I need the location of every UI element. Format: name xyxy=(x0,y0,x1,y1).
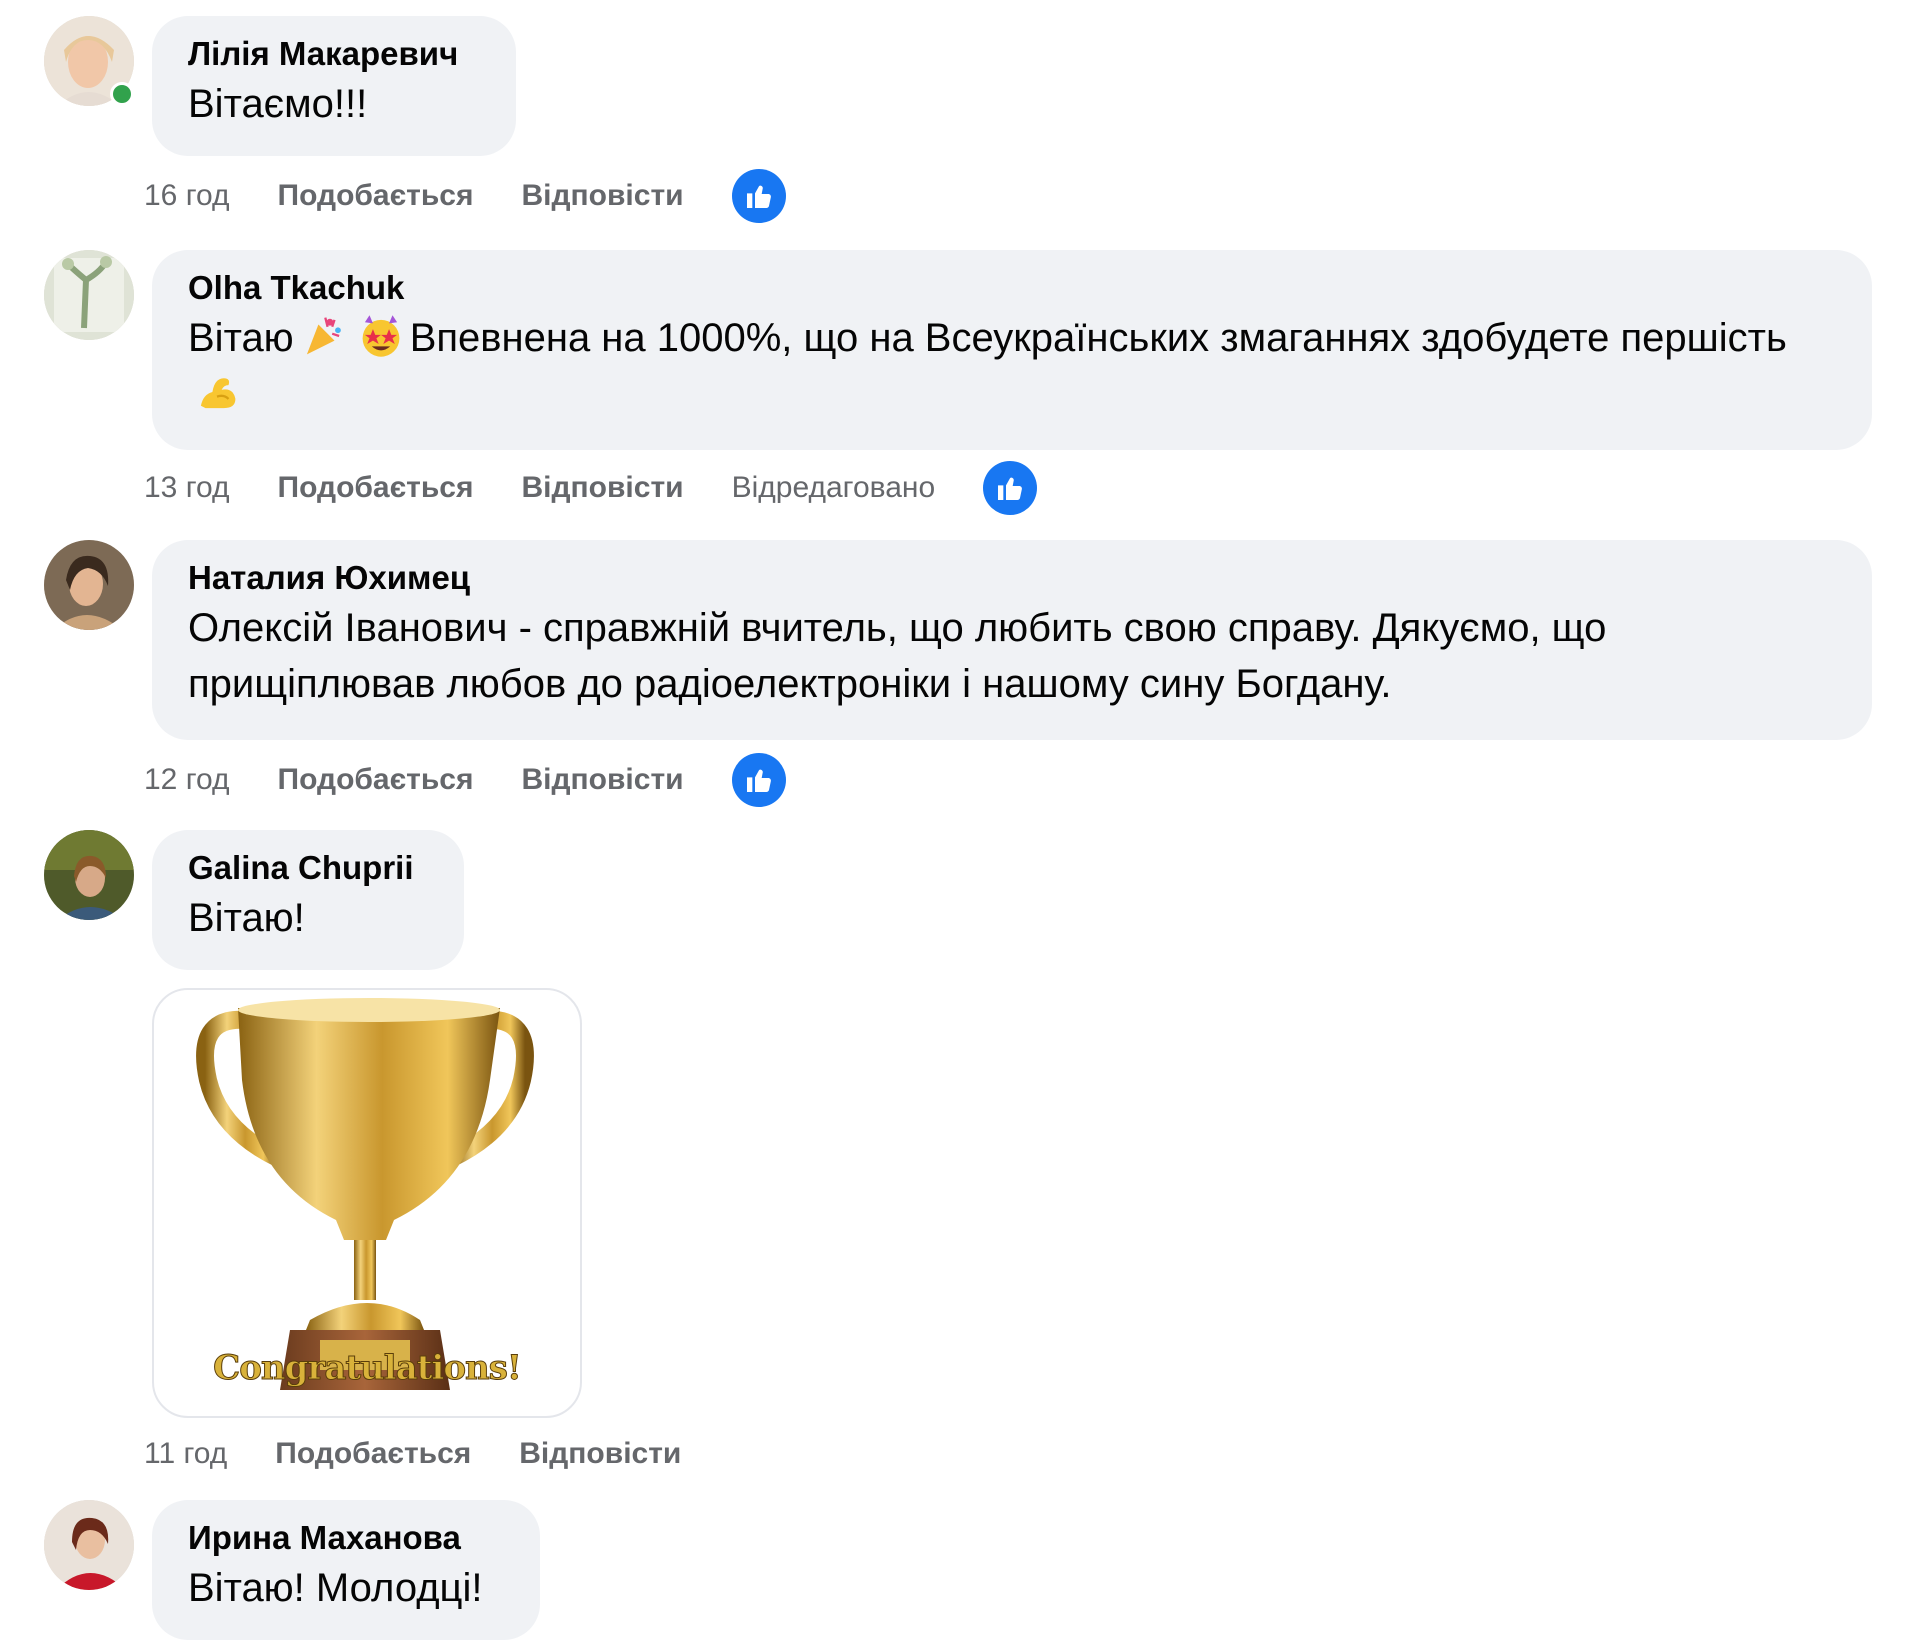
avatar[interactable] xyxy=(44,830,134,920)
party-popper-emoji xyxy=(300,313,346,359)
comment-bubble: Galina Chuprii Вітаю! xyxy=(152,830,464,970)
like-icon[interactable] xyxy=(983,461,1038,515)
comment-actions: 13 год Подобається Відповісти Відредагов… xyxy=(144,460,1038,516)
comment-timestamp[interactable]: 12 год xyxy=(144,763,230,797)
gif-attachment[interactable]: Congratulations! xyxy=(152,988,582,1418)
comment-author[interactable]: Ирина Маханова xyxy=(188,1516,504,1560)
like-button[interactable]: Подобається xyxy=(278,471,474,505)
comment-text-part: Впевнена на 1000%, що на Всеукраїнських … xyxy=(409,316,1787,360)
comment-thread: Лілія Макаревич Вітаємо!!! 16 год Подоба… xyxy=(0,0,1920,1640)
comment-author[interactable]: Лілія Макаревич xyxy=(188,32,480,76)
comment-bubble: Наталия Юхимец Олексій Іванович - справж… xyxy=(152,540,1872,740)
comment-text: Вітаю! Молодці! xyxy=(188,1566,483,1610)
comment-timestamp[interactable]: 11 год xyxy=(144,1437,227,1471)
reply-button[interactable]: Відповісти xyxy=(522,179,684,213)
comment-bubble: Olha Tkachuk Вітаю Впевнена на 1000%, що … xyxy=(152,250,1872,450)
comment-actions: 16 год Подобається Відповісти xyxy=(144,168,786,224)
avatar[interactable] xyxy=(44,250,134,340)
like-button[interactable]: Подобається xyxy=(278,179,474,213)
flexed-biceps-emoji xyxy=(194,369,240,415)
comment-text: Вітаю! xyxy=(188,896,305,940)
comment-actions: 11 год Подобається Відповісти xyxy=(144,1426,729,1482)
comment-author[interactable]: Galina Chuprii xyxy=(188,846,428,890)
comment-text: Олексій Іванович - справжній вчитель, що… xyxy=(188,606,1607,706)
comment-text: Вітаю Впевнена на 1000%, що на Всеукраїнс… xyxy=(188,310,1836,422)
comment-author[interactable]: Наталия Юхимец xyxy=(188,556,1836,600)
online-status-dot xyxy=(110,82,134,106)
star-struck-emoji xyxy=(358,313,404,359)
comment-author[interactable]: Olha Tkachuk xyxy=(188,266,1836,310)
comment-bubble: Лілія Макаревич Вітаємо!!! xyxy=(152,16,516,156)
reply-button[interactable]: Відповісти xyxy=(522,471,684,505)
edited-label[interactable]: Відредаговано xyxy=(732,471,936,505)
comment-timestamp[interactable]: 16 год xyxy=(144,179,230,213)
like-icon[interactable] xyxy=(731,169,786,223)
like-button[interactable]: Подобається xyxy=(275,1437,471,1471)
avatar[interactable] xyxy=(44,1500,134,1590)
avatar[interactable] xyxy=(44,540,134,630)
comment-timestamp[interactable]: 13 год xyxy=(144,471,230,505)
gif-caption: Congratulations! xyxy=(213,1348,523,1389)
comment-text-part: Вітаю xyxy=(188,316,294,360)
comment-bubble: Ирина Маханова Вітаю! Молодці! xyxy=(152,1500,540,1640)
comment-text: Вітаємо!!! xyxy=(188,82,368,126)
reply-button[interactable]: Відповісти xyxy=(522,763,684,797)
like-button[interactable]: Подобається xyxy=(278,763,474,797)
comment-actions: 12 год Подобається Відповісти xyxy=(144,752,786,808)
like-icon[interactable] xyxy=(731,753,786,807)
reply-button[interactable]: Відповісти xyxy=(519,1437,681,1471)
